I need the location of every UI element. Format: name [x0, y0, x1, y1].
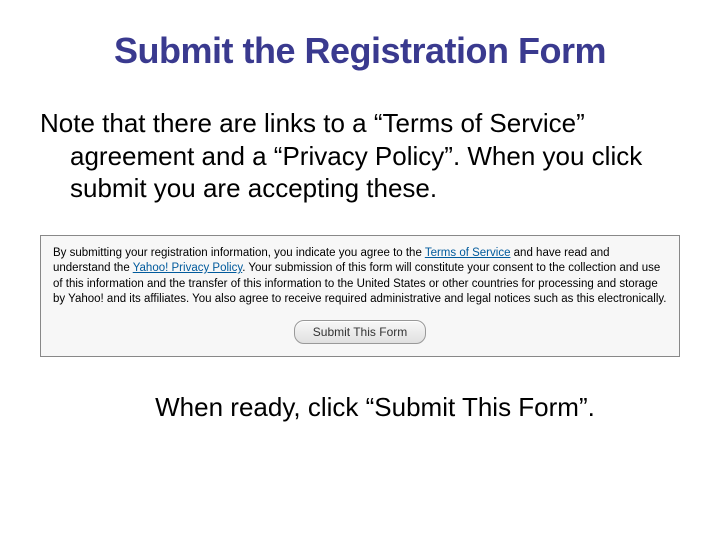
submit-form-button[interactable]: Submit This Form: [294, 320, 426, 344]
terms-of-service-link[interactable]: Terms of Service: [425, 247, 511, 259]
button-row: Submit This Form: [53, 320, 667, 344]
slide-title: Submit the Registration Form: [40, 30, 680, 72]
disclosure-panel: By submitting your registration informat…: [40, 235, 680, 357]
disclosure-text: By submitting your registration informat…: [53, 246, 667, 308]
footer-instruction: When ready, click “Submit This Form”.: [40, 392, 680, 423]
disclosure-part1: By submitting your registration informat…: [53, 247, 425, 259]
privacy-policy-link[interactable]: Yahoo! Privacy Policy: [133, 262, 243, 274]
intro-paragraph: Note that there are links to a “Terms of…: [40, 107, 680, 205]
slide-content: Submit the Registration Form Note that t…: [0, 0, 720, 540]
